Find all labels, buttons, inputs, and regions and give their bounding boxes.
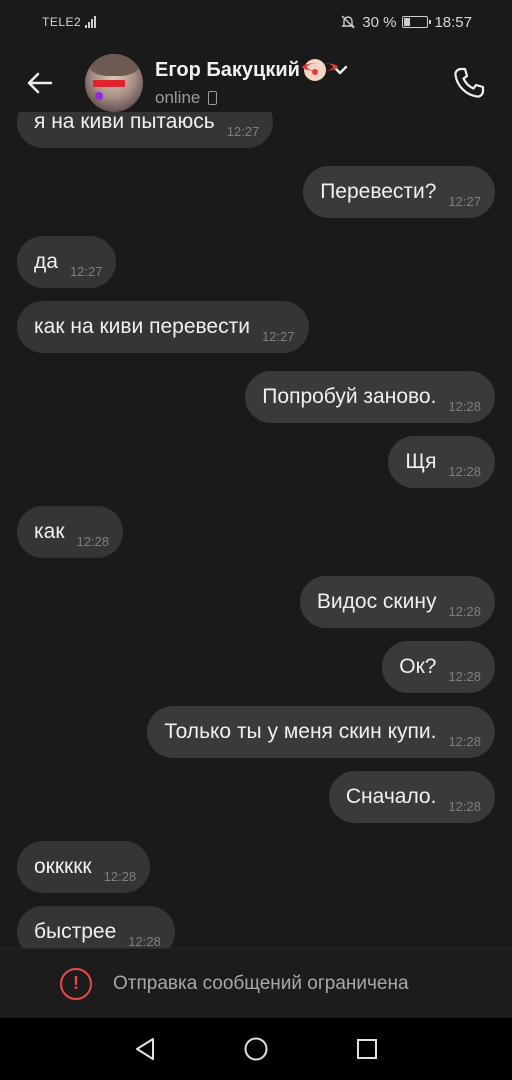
nav-back-button[interactable] [125,1029,165,1069]
carrier-label: TELE2 [42,15,82,29]
message-text: Попробуй заново. [262,385,437,408]
outgoing-message[interactable]: Видос скину 12:28 [299,576,495,628]
incoming-message[interactable]: да 12:27 [17,236,117,288]
contact-name: Егор Бакуцкий [155,58,300,81]
nav-home-button[interactable] [236,1029,276,1069]
contact-info[interactable]: Егор Бакуцкий online [155,59,350,108]
message-text: Видос скину [316,590,437,613]
incoming-message[interactable]: я на киви пытаюсь 12:27 [17,112,274,148]
message-text: как [34,520,65,543]
incoming-message[interactable]: быстрее 12:28 [17,906,175,948]
message-time: 12:27 [226,123,260,139]
outgoing-message[interactable]: Щя 12:28 [388,436,495,488]
message-text: Сначало. [345,785,437,808]
avatar[interactable] [85,54,143,112]
message-time: 12:27 [448,193,481,209]
message-time: 12:28 [448,798,481,814]
contact-status-row: online [155,88,350,108]
outgoing-message[interactable]: Перевести? 12:27 [303,166,495,218]
warning-icon: ! [60,967,92,1000]
mute-icon [341,15,355,29]
incoming-message[interactable]: как 12:28 [17,506,124,558]
message-text: Ок? [399,655,437,678]
incoming-message[interactable]: как на киви перевести 12:27 [17,301,309,353]
message-time: 12:28 [448,398,481,414]
battery-icon [402,16,432,28]
battery-percent: 30 % [362,13,397,31]
message-text: Только ты у меня скин купи. [164,720,437,743]
message-time: 12:28 [103,868,137,884]
mobile-device-icon [208,90,218,105]
outgoing-message[interactable]: Только ты у меня скин купи. 12:28 [147,706,495,758]
message-time: 12:27 [261,328,295,344]
outgoing-message[interactable]: Ок? 12:28 [382,641,495,693]
avatar-logo [93,80,125,87]
message-text: я на киви пытаюсь [34,112,215,133]
restriction-bar: ! Отправка сообщений ограничена [0,948,512,1018]
status-right: 30 % 18:57 [340,14,472,31]
phone-icon [454,67,485,98]
chat-header: Егор Бакуцкий online [0,44,512,122]
contact-name-row: Егор Бакуцкий [155,59,350,82]
back-button[interactable] [0,44,80,122]
contact-status: online [155,87,201,107]
message-text: быстрее [34,920,117,943]
message-time: 12:28 [76,533,110,549]
message-text: да [34,250,58,273]
call-button[interactable] [434,48,504,118]
message-time: 12:28 [448,463,481,479]
battery-fill [404,18,411,26]
message-time: 12:27 [69,263,103,279]
outgoing-message[interactable]: Попробуй заново. 12:28 [245,371,495,423]
message-time: 12:28 [448,603,481,619]
clown-emoji-icon [301,59,338,81]
triangle-back-icon [136,1038,155,1060]
message-text: оккккк [34,855,92,878]
status-left: TELE2 [42,15,97,29]
incoming-message[interactable]: оккккк 12:28 [17,841,151,893]
message-list[interactable]: я на киви пытаюсь 12:27 Перевести? 12:27 да 1… [0,112,512,948]
message-time: 12:28 [448,668,481,684]
signal-icon [85,16,97,28]
message-time: 12:28 [128,933,161,949]
arrow-left-icon [27,72,53,94]
circle-home-icon [244,1037,268,1061]
status-bar: TELE2 30 % 18:57 [0,0,512,44]
message-time: 12:28 [448,733,481,749]
system-navbar [0,1018,512,1080]
nav-recents-button[interactable] [347,1029,387,1069]
message-text: как на киви перевести [34,315,250,338]
message-text: Щя [405,450,437,473]
outgoing-message[interactable]: Сначало. 12:28 [328,771,495,823]
clock: 18:57 [434,13,472,31]
message-text: Перевести? [320,180,437,203]
square-recents-icon [356,1039,377,1059]
restriction-text: Отправка сообщений ограничена [113,972,409,994]
